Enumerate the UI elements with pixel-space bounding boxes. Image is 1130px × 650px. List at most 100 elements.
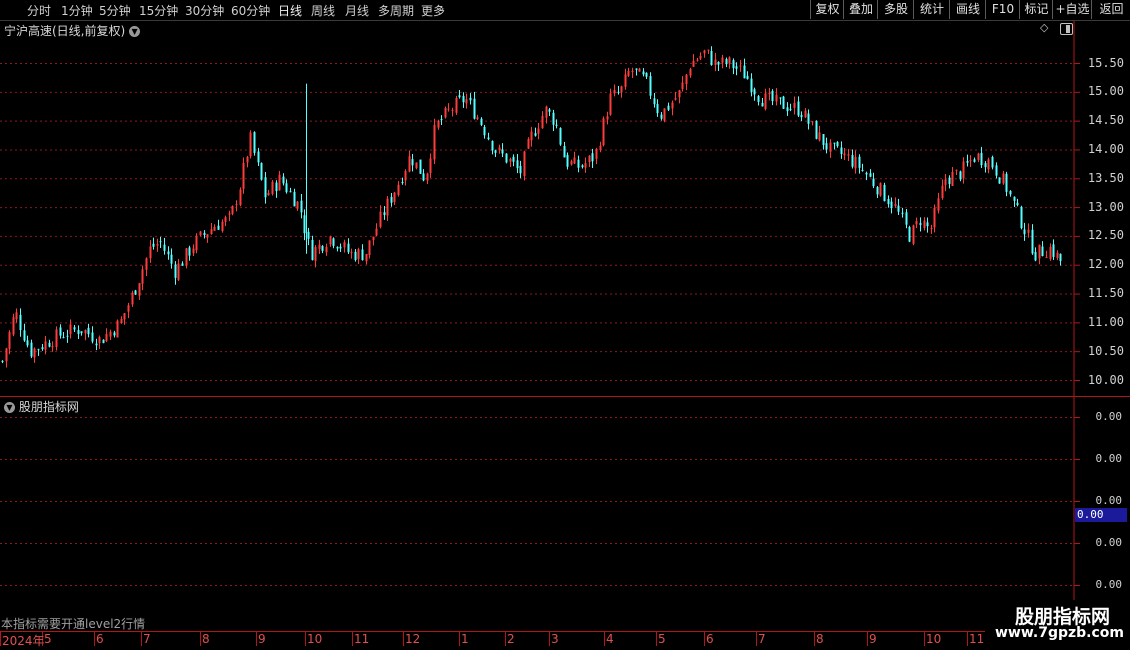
candle-body bbox=[635, 68, 638, 70]
candle-body bbox=[213, 226, 216, 231]
indicator-tick-label: 0.00 bbox=[1095, 577, 1123, 591]
candle-body bbox=[141, 269, 144, 284]
date-label: 5 bbox=[658, 632, 666, 646]
candle-body bbox=[109, 331, 112, 337]
candle-body bbox=[573, 157, 576, 164]
candle-body bbox=[905, 212, 908, 225]
candle-body bbox=[591, 153, 594, 162]
price-tick-label: 11.50 bbox=[1087, 286, 1124, 301]
candle-body bbox=[753, 89, 756, 95]
candle-body bbox=[444, 108, 447, 118]
candlestick-chart[interactable] bbox=[0, 0, 1130, 650]
candle-body bbox=[23, 330, 26, 341]
candle-body bbox=[429, 158, 432, 174]
candle-body bbox=[1016, 202, 1019, 206]
candle-body bbox=[581, 165, 584, 168]
candle-body bbox=[548, 109, 551, 112]
candle-body bbox=[858, 156, 861, 168]
candle-body bbox=[199, 231, 202, 236]
candle-body bbox=[948, 177, 951, 185]
date-label: 7 bbox=[143, 632, 151, 646]
candle-body bbox=[325, 247, 328, 253]
candle-body bbox=[523, 151, 526, 177]
candle-body bbox=[588, 155, 591, 162]
candle-body bbox=[318, 244, 321, 250]
candle-body bbox=[163, 244, 166, 251]
indicator-tick-label: 0.00 bbox=[1095, 493, 1123, 507]
candle-body bbox=[185, 248, 188, 266]
candle-body bbox=[836, 142, 839, 147]
candle-body bbox=[926, 222, 929, 227]
candle-body bbox=[725, 59, 728, 65]
candle-body bbox=[833, 142, 836, 144]
candle-body bbox=[908, 226, 911, 242]
candle-body bbox=[181, 263, 184, 266]
candle-body bbox=[951, 171, 954, 186]
candle-body bbox=[95, 343, 98, 346]
candle-body bbox=[714, 59, 717, 66]
candle-body bbox=[699, 55, 702, 59]
candle-body bbox=[41, 347, 44, 350]
candle-body bbox=[624, 74, 627, 87]
candle-body bbox=[264, 177, 267, 198]
candle-body bbox=[1002, 173, 1005, 184]
candle-body bbox=[397, 184, 400, 195]
candle-body bbox=[750, 78, 753, 92]
candle-body bbox=[631, 70, 634, 72]
chevron-down-icon[interactable]: ▼ bbox=[4, 402, 15, 413]
candle-body bbox=[577, 159, 580, 168]
candle-body bbox=[854, 156, 857, 169]
indicator-current-value: 0.00 bbox=[1075, 508, 1127, 522]
candle-body bbox=[530, 131, 533, 141]
candle-body bbox=[825, 143, 828, 150]
candle-body bbox=[707, 49, 710, 51]
candle-body bbox=[62, 337, 65, 339]
candle-body bbox=[1049, 246, 1052, 260]
date-label: 10 bbox=[307, 632, 323, 646]
candle-body bbox=[329, 236, 332, 245]
date-label: 6 bbox=[96, 632, 104, 646]
candle-body bbox=[51, 346, 54, 348]
price-tick-label: 12.50 bbox=[1087, 228, 1124, 243]
candle-body bbox=[401, 181, 404, 184]
candle-body bbox=[732, 60, 735, 69]
candle-body bbox=[541, 115, 544, 129]
candle-body bbox=[271, 181, 274, 194]
candle-body bbox=[440, 119, 443, 121]
candle-body bbox=[595, 149, 598, 159]
candle-body bbox=[300, 200, 303, 213]
candle-body bbox=[336, 246, 339, 249]
candle-body bbox=[1005, 173, 1008, 192]
level2-notice: 本指标需要开通level2行情 bbox=[1, 617, 146, 631]
candle-body bbox=[973, 159, 976, 162]
candle-body bbox=[473, 98, 476, 119]
candle-body bbox=[552, 112, 555, 125]
date-label: 8 bbox=[816, 632, 824, 646]
price-tick-label: 14.00 bbox=[1087, 141, 1124, 156]
candle-body bbox=[811, 121, 814, 123]
candle-body bbox=[1023, 229, 1026, 235]
candle-body bbox=[296, 201, 299, 209]
candle-body bbox=[311, 239, 314, 261]
candle-body bbox=[192, 248, 195, 254]
candle-body bbox=[843, 153, 846, 156]
candle-body bbox=[98, 337, 101, 344]
candle-body bbox=[1009, 190, 1012, 195]
candle-body bbox=[368, 240, 371, 256]
candle-body bbox=[851, 154, 854, 167]
candle-body bbox=[1, 360, 4, 362]
price-candles bbox=[1, 46, 1062, 368]
candle-body bbox=[757, 96, 760, 102]
candle-body bbox=[617, 91, 620, 93]
candle-body bbox=[451, 109, 454, 111]
candle-body bbox=[782, 96, 785, 109]
candle-body bbox=[764, 93, 767, 110]
candle-body bbox=[984, 163, 987, 168]
candle-body bbox=[228, 213, 231, 215]
candle-body bbox=[1013, 196, 1016, 201]
candle-body bbox=[253, 132, 256, 153]
date-label: 1 bbox=[461, 632, 469, 646]
candle-body bbox=[123, 313, 126, 320]
candle-body bbox=[912, 225, 915, 244]
date-label: 8 bbox=[202, 632, 210, 646]
